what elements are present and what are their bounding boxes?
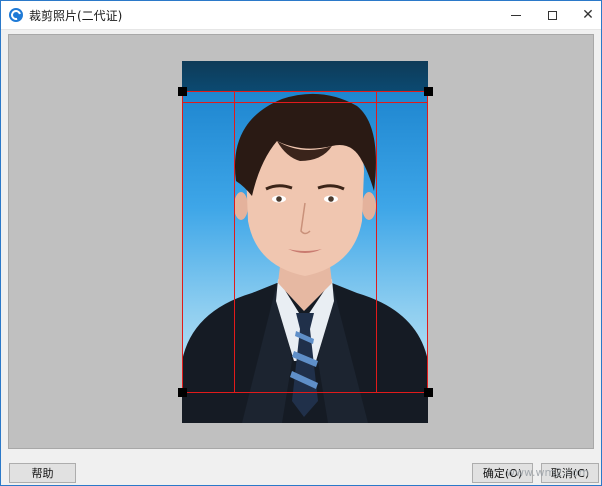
- crop-handle-bottom-right[interactable]: [424, 388, 433, 397]
- help-button[interactable]: 帮助: [9, 463, 76, 483]
- crop-photo-dialog: 裁剪照片(二代证) ✕ 帮助 确定(O) 取消(C) www.wm2.com: [0, 0, 602, 486]
- app-logo-icon: [9, 8, 23, 22]
- title-bar: 裁剪照片(二代证) ✕: [1, 1, 601, 30]
- minimize-icon: [511, 14, 521, 16]
- maximize-icon: [547, 10, 557, 20]
- crop-handle-top-right[interactable]: [424, 87, 433, 96]
- close-button[interactable]: ✕: [570, 1, 602, 29]
- crop-handle-bottom-left[interactable]: [178, 388, 187, 397]
- window-title: 裁剪照片(二代证): [29, 9, 123, 23]
- maximize-button[interactable]: [534, 1, 570, 29]
- crop-guide-top: [182, 102, 428, 103]
- watermark: www.wm2.com: [506, 466, 590, 479]
- close-icon: ✕: [582, 7, 594, 23]
- minimize-button[interactable]: [498, 1, 534, 29]
- crop-frame[interactable]: [182, 91, 428, 393]
- crop-guide-left: [234, 91, 235, 393]
- crop-guide-right: [376, 91, 377, 393]
- crop-handle-top-left[interactable]: [178, 87, 187, 96]
